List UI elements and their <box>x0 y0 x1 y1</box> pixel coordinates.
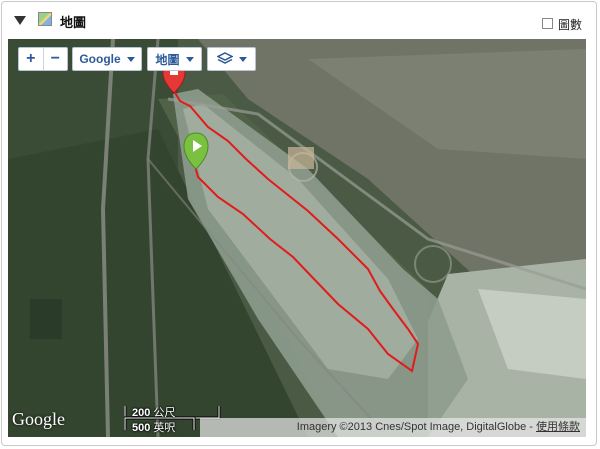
map-attribution: Imagery ©2013 Cnes/Spot Image, DigitalGl… <box>200 418 586 437</box>
satellite-map[interactable]: + − <box>8 39 586 437</box>
panel-title: 地圖 <box>60 15 87 30</box>
map-icon <box>38 12 52 26</box>
chevron-down-icon <box>185 56 194 62</box>
attribution-text: Imagery ©2013 Cnes/Spot Image, DigitalGl… <box>296 421 536 433</box>
route-overlay <box>162 60 420 373</box>
chevron-down-icon <box>238 56 247 62</box>
provider-label: Google <box>79 52 121 66</box>
scale-metric: 200 公尺 <box>132 407 176 419</box>
scale-imperial: 500 英呎 <box>132 422 176 434</box>
panel-header: 地圖 圖數 <box>2 2 596 40</box>
zoom-in-button[interactable]: + <box>19 48 44 70</box>
google-logo[interactable]: Google <box>12 409 65 430</box>
data-checkbox[interactable] <box>542 18 553 29</box>
route-line <box>173 90 420 373</box>
start-marker-icon[interactable] <box>183 132 209 170</box>
data-checkbox-label[interactable]: 圖數 <box>558 16 582 33</box>
layers-dropdown[interactable] <box>207 47 256 71</box>
chevron-down-icon <box>126 56 135 62</box>
provider-dropdown[interactable]: Google <box>72 47 142 71</box>
collapse-triangle-icon[interactable] <box>14 16 26 25</box>
map-type-label: 地圖 <box>155 52 180 67</box>
zoom-controls: + − <box>18 47 68 71</box>
map-type-dropdown[interactable]: 地圖 <box>147 47 202 71</box>
layers-icon <box>216 52 233 64</box>
zoom-out-button[interactable]: − <box>44 48 68 70</box>
terms-of-use-link[interactable]: 使用條款 <box>536 421 580 433</box>
